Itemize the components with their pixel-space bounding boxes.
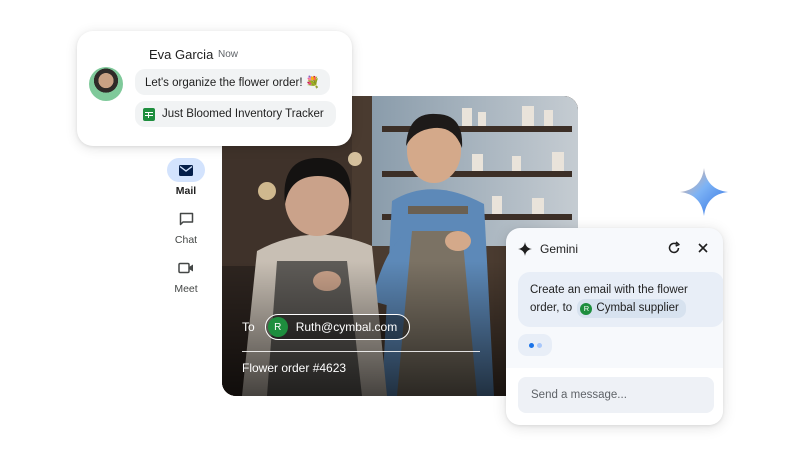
to-row: To R Ruth@cymbal.com <box>242 314 411 340</box>
chat-notification-card[interactable]: Eva Garcia Now Let's organize the flower… <box>77 31 352 146</box>
timestamp: Now <box>218 49 239 60</box>
supplier-label: Cymbal supplier <box>596 302 679 314</box>
attachment-chip[interactable]: Just Bloomed Inventory Tracker <box>135 101 336 127</box>
rail-item-mail[interactable]: Mail <box>160 158 212 197</box>
typing-indicator <box>518 334 552 356</box>
recipient-avatar: R <box>267 317 288 337</box>
app-rail: Mail Chat Meet <box>160 158 212 305</box>
chat-icon <box>167 207 205 231</box>
recipient-chip[interactable]: R Ruth@cymbal.com <box>264 314 411 340</box>
recipient-email: Ruth@cymbal.com <box>295 320 398 334</box>
typing-dot <box>528 342 534 348</box>
attachment-title: Just Bloomed Inventory Tracker <box>162 108 324 120</box>
supplier-chip[interactable]: R Cymbal supplier <box>577 299 686 318</box>
gemini-input-area <box>506 368 723 425</box>
gemini-icon <box>518 242 532 256</box>
gemini-side-panel: Gemini Create an email with the flower o… <box>506 228 723 425</box>
rail-item-meet[interactable]: Meet <box>160 256 212 295</box>
refresh-icon[interactable] <box>667 241 681 255</box>
sender-name: Eva Garcia <box>149 47 214 62</box>
gemini-title: Gemini <box>540 242 579 256</box>
gemini-sparkle-icon <box>680 168 728 216</box>
user-avatar <box>89 67 123 101</box>
supplier-avatar: R <box>580 302 593 315</box>
subject-field[interactable]: Flower order #4623 <box>242 361 346 375</box>
rail-label-chat: Chat <box>174 234 198 246</box>
rail-item-chat[interactable]: Chat <box>160 207 212 246</box>
gemini-message-input[interactable] <box>518 377 714 413</box>
rail-label-mail: Mail <box>175 185 197 197</box>
typing-dot <box>536 342 542 348</box>
to-label: To <box>242 320 255 334</box>
close-icon[interactable] <box>696 241 710 255</box>
video-icon <box>167 256 205 280</box>
chat-message: Let's organize the flower order! 💐 <box>135 69 331 95</box>
gemini-user-prompt: Create an email with the flower order, t… <box>518 272 723 327</box>
rail-label-meet: Meet <box>174 283 198 295</box>
sheets-icon <box>143 107 155 121</box>
mail-icon <box>167 158 205 182</box>
compose-divider <box>242 351 480 352</box>
